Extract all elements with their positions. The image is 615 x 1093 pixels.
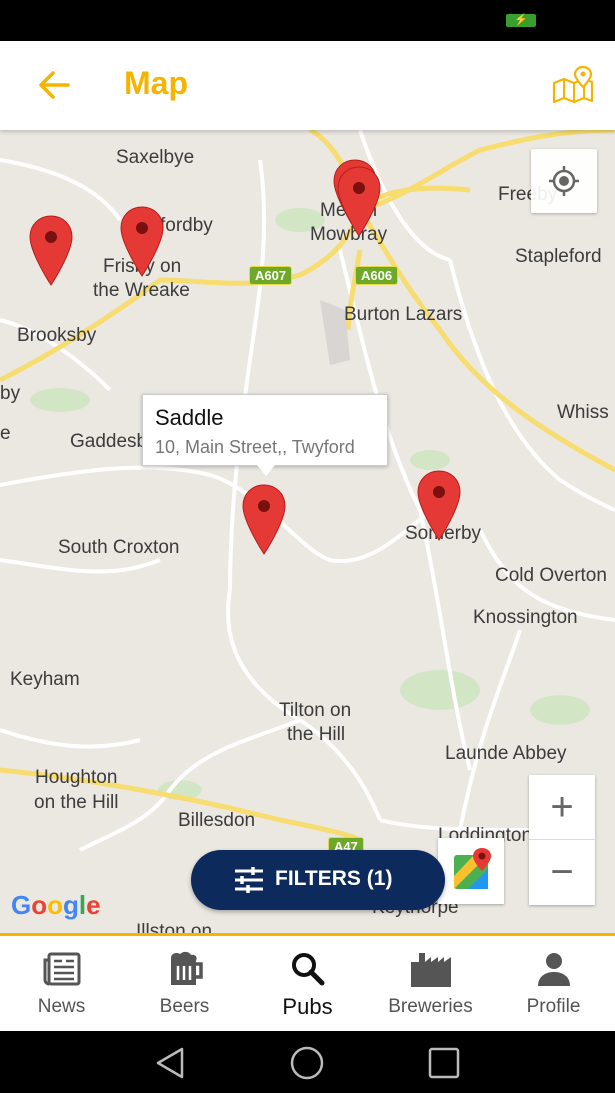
place-label: Gaddesb [70, 431, 148, 452]
place-label: the Wreake [93, 280, 190, 301]
place-label: South Croxton [58, 537, 180, 558]
system-navigation-bar [0, 1031, 615, 1093]
place-label: the Hill [287, 724, 346, 745]
map-view[interactable]: Saxelbye fordby Frisby on the Wreake Mel… [0, 130, 615, 933]
zoom-in-button[interactable]: + [529, 775, 595, 840]
page-title: Map [124, 65, 188, 101]
search-icon [292, 953, 325, 986]
map-pin-icon[interactable] [120, 206, 164, 278]
place-label: Stapleford [515, 246, 602, 267]
nav-item-breweries[interactable]: Breweries [369, 936, 492, 1031]
google-maps-icon [454, 848, 491, 889]
open-in-google-maps-button[interactable] [438, 838, 504, 904]
place-label: Illston on [136, 921, 213, 933]
map-pin-icon[interactable] [29, 215, 73, 287]
marker-info-window[interactable]: Saddle 10, Main Street,, Twyford [142, 394, 388, 476]
nav-label: News [37, 996, 86, 1017]
my-location-button[interactable] [531, 149, 597, 213]
place-label: Tilton on [279, 700, 352, 721]
factory-icon [411, 953, 451, 987]
zoom-controls: + − [529, 775, 595, 905]
place-label: Launde Abbey [445, 743, 567, 764]
crosshair-icon [549, 166, 579, 196]
place-label: Whiss [557, 402, 609, 423]
nav-item-pubs[interactable]: Pubs [246, 936, 369, 1031]
nav-label: Beers [159, 996, 210, 1017]
beer-mug-icon [171, 951, 203, 985]
place-label: Billesdon [178, 810, 256, 831]
map-pin-icon[interactable] [417, 470, 461, 542]
place-label: by [0, 383, 21, 404]
recents-square-icon[interactable] [426, 1045, 462, 1081]
back-triangle-icon[interactable] [152, 1045, 188, 1081]
person-icon [538, 953, 570, 986]
status-bar: ⚡ [0, 0, 615, 41]
road-badge: A607 [249, 266, 293, 285]
road-badge: A606 [355, 266, 399, 285]
pub-address: 10, Main Street,, Twyford [155, 437, 355, 457]
nav-label: Profile [526, 996, 581, 1017]
map-pin-icon[interactable] [337, 166, 381, 238]
nav-item-profile[interactable]: Profile [492, 936, 615, 1031]
place-label: fordby [160, 215, 213, 236]
zoom-out-button[interactable]: − [529, 840, 595, 904]
pub-name: Saddle [155, 405, 224, 430]
place-label: Houghton [35, 767, 118, 788]
place-label: Cold Overton [495, 565, 607, 586]
app-bar: Map [0, 41, 615, 130]
map-pin-icon[interactable] [242, 484, 286, 556]
nav-label: Pubs [282, 994, 333, 1019]
place-label: Burton Lazars [344, 304, 463, 325]
filters-button[interactable]: FILTERS (1) [191, 850, 445, 910]
nav-item-news[interactable]: News [0, 936, 123, 1031]
google-logo: Google [11, 890, 101, 920]
folded-map-pin-icon[interactable] [550, 65, 596, 105]
place-label: Brooksby [17, 325, 97, 346]
nav-label: Breweries [388, 996, 473, 1017]
place-label: Saxelbye [116, 147, 195, 168]
home-circle-icon[interactable] [289, 1045, 325, 1081]
battery-charging-icon: ⚡ [506, 14, 536, 27]
place-label: on the Hill [34, 792, 119, 813]
place-label: Knossington [473, 607, 578, 628]
place-label: e [0, 423, 11, 444]
bottom-navigation: News Beers Pubs Breweries Profile [0, 936, 615, 1031]
newspaper-icon [43, 952, 81, 986]
place-label: Keyham [10, 669, 80, 690]
filters-label: FILTERS (1) [275, 867, 393, 890]
sliders-icon [235, 867, 263, 893]
back-arrow-icon[interactable] [36, 67, 72, 103]
nav-item-beers[interactable]: Beers [123, 936, 246, 1031]
